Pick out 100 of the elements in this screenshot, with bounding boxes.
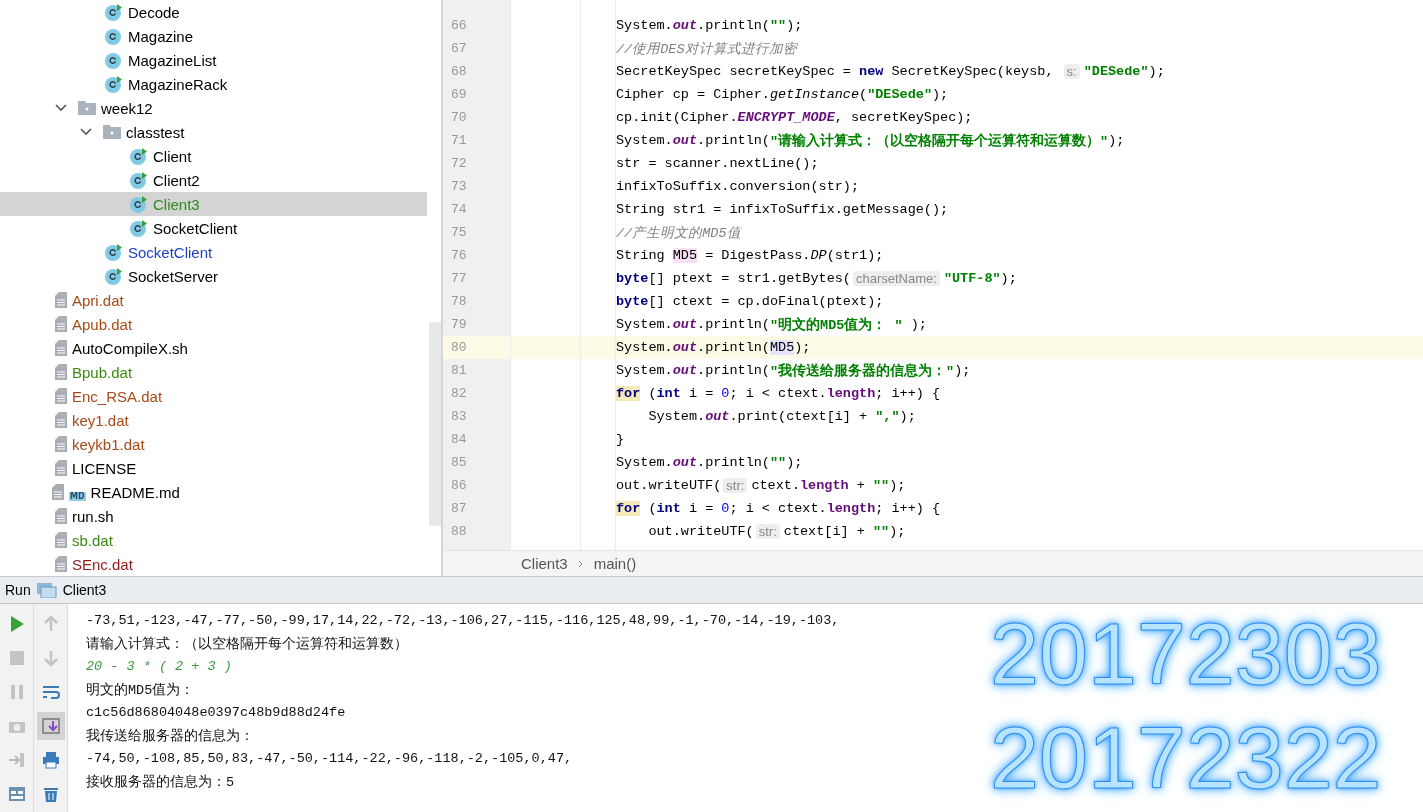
tree-item[interactable]: Magazine (0, 24, 427, 48)
code-text: .println( (697, 340, 770, 355)
tree-item[interactable]: keykb1.dat (0, 432, 427, 456)
code-text: ; i++) { (875, 386, 941, 401)
panel-title: Run (5, 582, 31, 598)
code-text: , secretKeySpec); (834, 110, 973, 125)
line-number: 83 (450, 409, 468, 424)
scroll-to-end-icon[interactable] (41, 717, 60, 735)
code-text: ctext[i] + (783, 524, 866, 539)
code-text: } (616, 432, 625, 447)
tree-item[interactable]: classtest (0, 120, 427, 144)
print-icon[interactable] (41, 751, 60, 769)
field-name: length (826, 501, 876, 516)
tree-item[interactable]: Decode (0, 0, 427, 24)
class-icon (129, 170, 148, 190)
tree-item[interactable]: SocketClient (0, 216, 427, 240)
field-name: out (672, 317, 698, 332)
tree-item[interactable]: run.sh (0, 504, 427, 528)
tree-item[interactable]: Client (0, 144, 427, 168)
string-literal: "" (872, 524, 890, 539)
exit-icon[interactable] (7, 751, 26, 769)
line-number: 79 (450, 317, 468, 332)
tree-item[interactable]: Apri.dat (0, 288, 427, 312)
code-text: ( (647, 386, 657, 401)
tree-item[interactable]: SEnc.dat (0, 552, 427, 576)
tree-item[interactable]: AutoCompileX.sh (0, 336, 427, 360)
string-literal: "请输入计算式：（以空格隔开每个运算符和运算数）" (769, 132, 1109, 150)
chevron-icon[interactable] (80, 128, 92, 136)
code-text: i = (687, 501, 715, 516)
line-number: 67 (450, 41, 468, 56)
stop-icon[interactable] (7, 649, 26, 667)
variable-name: MD5 (672, 248, 698, 263)
tree-item[interactable]: MagazineList (0, 48, 427, 72)
file-icon (55, 340, 67, 356)
line-number: 72 (450, 156, 468, 171)
string-literal: "DESede" (1083, 64, 1149, 79)
line-number: 75 (450, 225, 468, 240)
line-number: 70 (450, 110, 468, 125)
field-name: out (672, 133, 698, 148)
file-icon (55, 292, 67, 308)
line-number: 86 (450, 478, 468, 493)
code-text: ; i < ctext. (729, 386, 827, 401)
field-name: out (672, 363, 698, 378)
code-text: ( (647, 501, 657, 516)
tree-item[interactable]: Bpub.dat (0, 360, 427, 384)
code-text: .println( (697, 455, 770, 470)
tree-item[interactable]: Apub.dat (0, 312, 427, 336)
code-text: String str1 = infixToSuffix.getMessage(); (616, 202, 949, 217)
field-name: length (800, 478, 849, 493)
line-number: 66 (450, 18, 468, 33)
down-arrow-icon[interactable] (41, 649, 60, 667)
tree-item[interactable]: key1.dat (0, 408, 427, 432)
file-icon (55, 364, 67, 380)
chevron-icon[interactable] (55, 104, 67, 112)
overlay-number: 20172303 (990, 607, 1382, 701)
class-icon (104, 74, 123, 94)
tree-item[interactable]: week12 (0, 96, 427, 120)
breadcrumb-item[interactable]: main() (593, 555, 637, 572)
tree-item[interactable]: Enc_RSA.dat (0, 384, 427, 408)
file-icon (52, 484, 64, 500)
code-text: ( (859, 87, 868, 102)
string-literal: "明文的MD5值为： " (769, 316, 903, 334)
file-icon (55, 508, 67, 524)
code-text: ); (786, 18, 803, 33)
tree-item[interactable]: LICENSE (0, 456, 427, 480)
tree-item[interactable]: MagazineRack (0, 72, 427, 96)
keyword: int (656, 501, 681, 516)
code-text: ); (889, 478, 906, 493)
code-text: ); (954, 363, 971, 378)
line-number: 71 (450, 133, 468, 148)
tree-item[interactable]: SocketServer (0, 264, 427, 288)
tree-item[interactable]: Client2 (0, 168, 427, 192)
file-icon (55, 460, 67, 476)
file-icon (55, 388, 67, 404)
tree-item[interactable]: MD README.md (0, 480, 427, 504)
code-text: [] ptext = str1.getBytes( (648, 271, 851, 286)
typed-text: 20 - 3 * ( 2 + 3 ) (86, 658, 232, 676)
code-text: str = scanner.nextLine(); (616, 156, 819, 171)
soft-wrap-icon[interactable] (41, 683, 60, 701)
layout-icon[interactable] (7, 785, 26, 803)
line-number: 81 (450, 363, 468, 378)
string-literal: "DESede" (867, 87, 932, 102)
line-number: 84 (450, 432, 468, 447)
string-literal: "," (875, 409, 900, 424)
output-text: -73,51,-123,-47,-77,-50,-99,17,14,22,-72,-13,-106,27,-115,-116,125,48,99,-1,-70,-14,-19,-103, (86, 612, 840, 630)
number-literal: 0 (721, 386, 730, 401)
code-text: System. (616, 455, 673, 470)
folder-icon (103, 125, 121, 139)
scrollbar[interactable] (429, 322, 441, 526)
breadcrumb-item[interactable]: Client3 (521, 555, 568, 572)
code-comment: //产生明文的MD5值 (616, 224, 741, 242)
run-config-tab[interactable]: Client3 (62, 582, 107, 598)
output-text: c1c56d86804048e0397c48b9d88d24fe (86, 704, 346, 722)
tree-item[interactable]: sb.dat (0, 528, 427, 552)
tree-item[interactable]: SocketClient (0, 240, 427, 264)
folder-icon (78, 101, 96, 115)
field-name: length (826, 386, 876, 401)
trash-icon[interactable] (41, 785, 60, 803)
class-icon (104, 26, 123, 46)
output-text: -74,50,-108,85,50,83,-47,-50,-114,-22,-96,-118,-2,-105,0,47, (86, 750, 573, 768)
